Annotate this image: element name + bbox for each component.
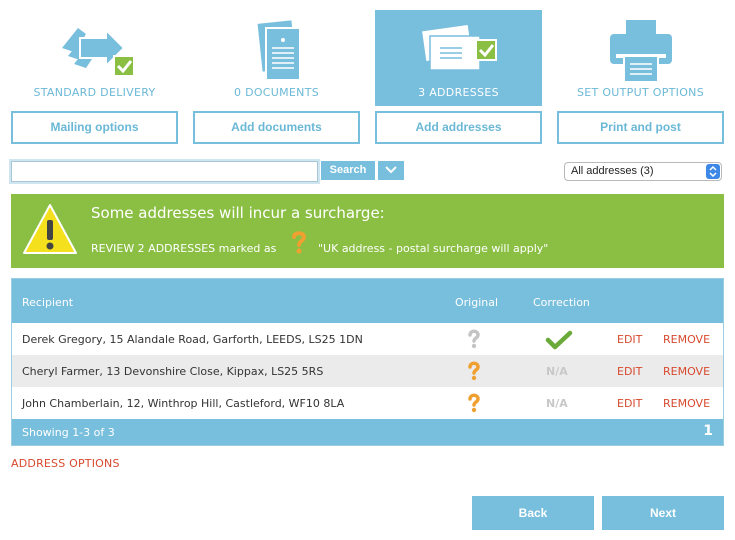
recipient-cell: Derek Gregory, 15 Alandale Road, Garfort…: [22, 333, 363, 346]
mailing-options-button[interactable]: Mailing options: [11, 111, 178, 144]
addresses-table: Recipient Original Correction Derek Greg…: [11, 278, 724, 446]
remove-link[interactable]: REMOVE: [663, 333, 710, 346]
question-mark-orange-icon: [292, 231, 307, 254]
step-documents[interactable]: 0 DOCUMENTS: [193, 10, 360, 106]
alert-title: Some addresses will incur a surcharge:: [91, 204, 385, 222]
header-original[interactable]: Original: [455, 296, 498, 309]
page-number[interactable]: 1: [703, 423, 713, 439]
step-delivery[interactable]: STANDARD DELIVERY: [11, 10, 178, 106]
alert-text: REVIEW 2 ADDRESSES marked as: [91, 242, 277, 255]
table-row: Cheryl Farmer, 13 Devonshire Close, Kipp…: [12, 355, 723, 387]
pagination-summary: Showing 1-3 of 3: [22, 426, 115, 439]
question-mark-orange-icon: [468, 361, 480, 381]
remove-link[interactable]: REMOVE: [663, 397, 710, 410]
table-header: Recipient Original Correction: [12, 279, 723, 323]
recipient-cell: Cheryl Farmer, 13 Devonshire Close, Kipp…: [22, 365, 324, 378]
next-button[interactable]: Next: [602, 496, 724, 530]
search-input[interactable]: [11, 161, 318, 182]
back-button[interactable]: Back: [472, 496, 594, 530]
documents-icon: [257, 20, 301, 81]
edit-link[interactable]: EDIT: [617, 365, 642, 378]
edit-link[interactable]: EDIT: [617, 333, 642, 346]
check-icon: [545, 330, 573, 350]
edit-link[interactable]: EDIT: [617, 397, 642, 410]
filter-selected-value: All addresses (3): [571, 165, 654, 177]
chevron-down-icon: [385, 166, 397, 174]
surcharge-alert: Some addresses will incur a surcharge: R…: [11, 194, 724, 268]
step-label: SET OUTPUT OPTIONS: [576, 86, 704, 99]
address-options-link[interactable]: ADDRESS OPTIONS: [11, 457, 120, 470]
warning-icon: [23, 204, 77, 254]
wizard-steps: STANDARD DELIVERY 0 DOCUMENTS 3 ADDRESSE…: [0, 0, 735, 150]
step-label: STANDARD DELIVERY: [33, 86, 156, 99]
add-addresses-button[interactable]: Add addresses: [375, 111, 542, 144]
delivery-arrows-checked-icon: [61, 27, 135, 77]
question-mark-orange-icon: [468, 393, 480, 413]
step-label: 3 ADDRESSES: [418, 86, 499, 99]
step-addresses[interactable]: 3 ADDRESSES: [375, 10, 542, 106]
print-and-post-button[interactable]: Print and post: [557, 111, 724, 144]
step-label: 0 DOCUMENTS: [233, 86, 320, 99]
table-row: Derek Gregory, 15 Alandale Road, Garfort…: [12, 323, 723, 355]
address-filter-select[interactable]: All addresses (3): [564, 162, 722, 181]
table-footer: Showing 1-3 of 3 1: [12, 419, 723, 445]
select-arrows-icon: [706, 164, 720, 179]
alert-surcharge-note: "UK address - postal surcharge will appl…: [318, 242, 549, 255]
printer-icon: [609, 20, 672, 83]
header-correction[interactable]: Correction: [533, 296, 590, 309]
search-button[interactable]: Search: [321, 161, 375, 180]
correction-na: N/A: [546, 397, 568, 410]
search-options-toggle[interactable]: [378, 161, 404, 180]
recipient-cell: John Chamberlain, 12, Winthrop Hill, Cas…: [22, 397, 345, 410]
envelopes-checked-icon: [421, 24, 497, 71]
header-recipient[interactable]: Recipient: [22, 296, 73, 309]
remove-link[interactable]: REMOVE: [663, 365, 710, 378]
add-documents-button[interactable]: Add documents: [193, 111, 360, 144]
table-row: John Chamberlain, 12, Winthrop Hill, Cas…: [12, 387, 723, 419]
correction-na: N/A: [546, 365, 568, 378]
question-mark-grey-icon: [468, 329, 480, 349]
step-output[interactable]: SET OUTPUT OPTIONS: [557, 10, 724, 106]
